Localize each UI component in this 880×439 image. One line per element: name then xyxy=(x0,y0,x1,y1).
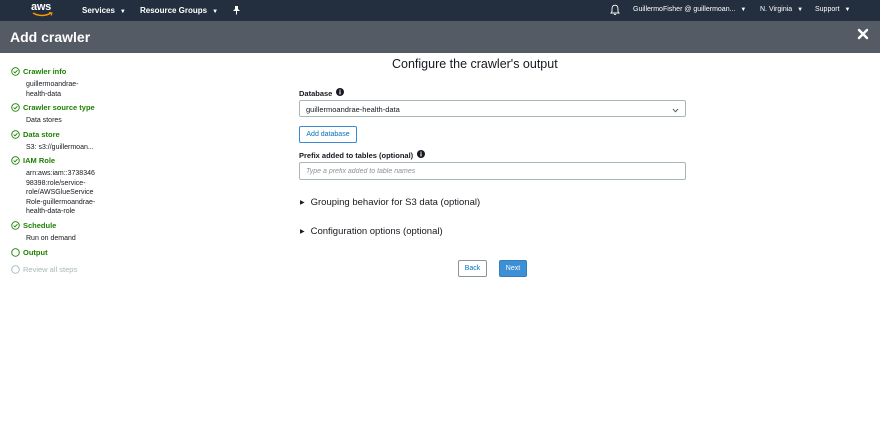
chevron-down-icon xyxy=(672,106,679,115)
chevron-down-icon: ▼ xyxy=(212,9,219,15)
empty-circle-icon xyxy=(11,265,20,274)
chevron-down-icon: ▼ xyxy=(797,7,804,13)
step-detail-line: guillermoandrae- xyxy=(26,81,79,88)
wizard-steps: Crawler info guillermoandrae- health-dat… xyxy=(0,53,110,439)
step-detail: S3: s3://guillermoan... xyxy=(26,143,94,153)
step-label: IAM Role xyxy=(23,156,56,165)
resource-groups-menu[interactable]: Resource Groups ▼ xyxy=(140,6,218,15)
chevron-down-icon: ▼ xyxy=(740,7,747,13)
grouping-behavior-label: Grouping behavior for S3 data (optional) xyxy=(310,197,481,208)
step-output[interactable]: Output xyxy=(11,248,48,257)
step-detail-line: health-data-role xyxy=(26,208,76,215)
prefix-label: Prefix added to tables (optional) xyxy=(299,150,426,160)
account-menu[interactable]: GuillermoFisher @ guillermoan... ▼ xyxy=(633,6,746,13)
pin-icon[interactable] xyxy=(232,5,241,17)
aws-smile-icon xyxy=(32,12,53,17)
step-schedule[interactable]: Schedule xyxy=(11,221,56,230)
database-label: Database xyxy=(299,88,345,98)
step-review-all-steps: Review all steps xyxy=(11,265,77,274)
step-label: Crawler source type xyxy=(23,103,95,112)
caret-right-icon: ▶ xyxy=(300,229,305,235)
database-select-value: guillermoandrae-health-data xyxy=(306,105,400,114)
step-crawler-source-type[interactable]: Crawler source type xyxy=(11,103,95,112)
step-detail-line: Run on demand xyxy=(26,235,76,242)
database-label-text: Database xyxy=(299,88,333,98)
account-label: GuillermoFisher @ guillermoan... xyxy=(633,6,736,13)
services-menu[interactable]: Services ▼ xyxy=(82,6,126,15)
check-circle-icon xyxy=(11,67,20,76)
info-icon[interactable] xyxy=(417,150,426,160)
check-circle-icon xyxy=(11,130,20,139)
bell-icon[interactable] xyxy=(610,4,620,18)
step-detail: guillermoandrae- health-data xyxy=(26,80,79,99)
close-icon[interactable] xyxy=(856,27,870,41)
database-select[interactable]: guillermoandrae-health-data xyxy=(299,100,686,117)
region-label: N. Virginia xyxy=(760,6,793,13)
configuration-options-label: Configuration options (optional) xyxy=(310,226,443,237)
prefix-label-text: Prefix added to tables (optional) xyxy=(299,150,414,160)
check-circle-icon xyxy=(11,221,20,230)
info-icon[interactable] xyxy=(336,88,345,98)
check-circle-icon xyxy=(11,103,20,112)
step-detail-line: Data stores xyxy=(26,117,62,124)
step-detail-line: role/AWSGlueService xyxy=(26,189,94,196)
step-detail-line: arn:aws:iam::3738346 xyxy=(26,170,95,177)
check-circle-icon xyxy=(11,156,20,165)
step-label: Crawler info xyxy=(23,67,67,76)
step-label: Review all steps xyxy=(23,265,78,274)
next-button[interactable]: Next xyxy=(499,260,527,277)
support-label: Support xyxy=(815,6,840,13)
region-menu[interactable]: N. Virginia ▼ xyxy=(760,6,803,13)
section-title: Configure the crawler's output xyxy=(392,57,558,71)
add-database-button[interactable]: Add database xyxy=(299,126,357,143)
prefix-input[interactable] xyxy=(299,162,686,180)
empty-circle-icon xyxy=(11,248,20,257)
back-button[interactable]: Back xyxy=(458,260,487,277)
step-detail: arn:aws:iam::3738346 98398:role/service-… xyxy=(26,169,95,217)
step-detail-line: 98398:role/service- xyxy=(26,179,86,187)
step-data-store[interactable]: Data store xyxy=(11,130,60,139)
page-header: Add crawler xyxy=(0,21,880,53)
step-label: Schedule xyxy=(23,221,57,230)
step-detail-line: S3: s3://guillermoan... xyxy=(26,144,94,151)
step-crawler-info[interactable]: Crawler info xyxy=(11,67,66,76)
step-detail: Data stores xyxy=(26,116,62,126)
chevron-down-icon: ▼ xyxy=(844,7,851,13)
page-title: Add crawler xyxy=(10,29,91,45)
support-menu[interactable]: Support ▼ xyxy=(815,6,850,13)
grouping-behavior-expander[interactable]: ▶ Grouping behavior for S3 data (optiona… xyxy=(300,197,480,208)
step-detail-line: health-data xyxy=(26,90,62,98)
step-detail-line: Role-guillermoandrae- xyxy=(26,198,96,206)
caret-right-icon: ▶ xyxy=(300,200,305,206)
step-label: Data store xyxy=(23,130,60,139)
services-label: Services xyxy=(82,6,115,15)
step-detail: Run on demand xyxy=(26,234,76,244)
aws-logo[interactable]: aws xyxy=(31,1,55,19)
configuration-options-expander[interactable]: ▶ Configuration options (optional) xyxy=(300,226,443,237)
top-nav: aws Services ▼ Resource Groups ▼ Guillermo… xyxy=(0,0,880,21)
step-label: Output xyxy=(23,248,48,257)
resource-groups-label: Resource Groups xyxy=(140,6,208,15)
step-iam-role[interactable]: IAM Role xyxy=(11,156,55,165)
chevron-down-icon: ▼ xyxy=(119,9,126,15)
